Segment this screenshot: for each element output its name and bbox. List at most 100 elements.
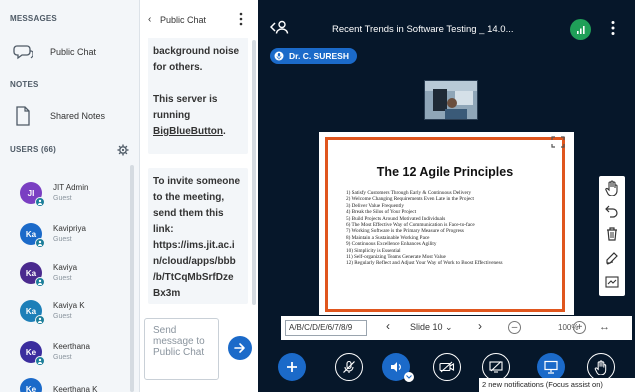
bigbluebutton-link[interactable]: BigBlueButton	[153, 126, 223, 137]
avatar: Ka	[20, 300, 45, 325]
user-list-item[interactable]: Ka Kaviya K Guest	[20, 300, 85, 325]
user-name: Kaviya	[53, 263, 78, 272]
users-scrollbar[interactable]	[130, 165, 134, 392]
webcam-thumbnail[interactable]	[424, 80, 478, 120]
connection-status-button[interactable]	[570, 19, 591, 40]
avatar: Ka	[20, 262, 45, 287]
user-role: Guest	[53, 275, 72, 282]
invite-link[interactable]: https://ims.jit.ac.i	[153, 238, 243, 254]
fit-width-icon[interactable]: ↔	[599, 321, 610, 333]
signal-bars-icon	[576, 25, 585, 34]
multi-user-board-icon[interactable]	[602, 272, 622, 292]
bbb-app: MESSAGES Public Chat NOTES Shared Notes …	[0, 0, 635, 392]
plus-icon	[287, 362, 297, 372]
trash-icon[interactable]	[602, 224, 622, 244]
message-line: send them this	[153, 208, 224, 219]
sidebar-item-public-chat[interactable]: Public Chat	[10, 42, 96, 62]
slide-list: 1) Satisfy Customers Through Early & Con…	[346, 190, 503, 267]
presenter-name: Dr. C. SURESH	[289, 51, 349, 61]
chat-scrollbar[interactable]	[252, 40, 256, 305]
chat-title[interactable]: Public Chat	[160, 15, 206, 25]
user-list-item[interactable]: Ke Keerthana Guest	[20, 341, 90, 366]
chat-message-input[interactable]: Send message to Public Chat	[144, 318, 219, 380]
meeting-title: Recent Trends in Software Testing _ 14.0…	[332, 24, 514, 35]
user-name: Kaviya K	[53, 301, 85, 310]
options-kebab-icon[interactable]	[610, 20, 616, 36]
zoom-out-icon[interactable]: –	[508, 321, 521, 334]
slide-frame: The 12 Agile Principles 1) Satisfy Custo…	[325, 137, 565, 312]
presentation-button[interactable]	[537, 353, 565, 381]
slide-title: The 12 Agile Principles	[376, 165, 514, 179]
next-slide-icon[interactable]: ›	[478, 319, 482, 333]
avatar: Ka	[20, 223, 45, 248]
fullscreen-icon[interactable]	[551, 136, 567, 150]
share-screen-button[interactable]	[482, 353, 510, 381]
user-role: Guest	[53, 354, 72, 361]
public-chat-label: Public Chat	[50, 47, 97, 57]
kebab-menu-icon[interactable]	[238, 12, 244, 26]
user-name: Keerthana	[53, 342, 90, 351]
guest-badge-icon	[35, 238, 45, 248]
avatar-initials: Ke	[25, 384, 37, 392]
message-punctuation: .	[223, 126, 226, 137]
user-list-item[interactable]: Ke Keerthana K	[20, 378, 97, 392]
chevron-left-icon[interactable]: ‹	[148, 14, 151, 25]
notes-title: NOTES	[10, 80, 39, 89]
avatar: Ke	[20, 341, 45, 366]
presentation-toolbar: A/B/C/D/E/6/7/8/9 ‹ Slide 10 ⌄ › – 100% …	[281, 316, 632, 340]
toggle-userlist-button[interactable]	[269, 20, 290, 36]
chat-bubble-icon	[10, 42, 36, 62]
message-line: background noise	[153, 46, 240, 57]
slide-select[interactable]: A/B/C/D/E/6/7/8/9	[285, 320, 367, 336]
shared-notes-label: Shared Notes	[50, 111, 106, 121]
audio-options-chevron-icon[interactable]	[404, 372, 414, 382]
presenter-icon	[274, 51, 284, 61]
invite-link[interactable]: /b/TtCqMbSrfDze	[153, 270, 243, 286]
avatar-initials: Ka	[25, 306, 37, 316]
guest-badge-icon	[35, 277, 45, 287]
user-role: Guest	[53, 236, 72, 243]
share-webcam-button[interactable]	[433, 353, 461, 381]
raise-hand-icon	[594, 359, 607, 375]
sidebar-item-shared-notes[interactable]: Shared Notes	[10, 106, 105, 126]
sidebar: MESSAGES Public Chat NOTES Shared Notes …	[0, 0, 140, 392]
whiteboard-tools	[599, 176, 625, 296]
mic-off-icon	[343, 360, 355, 373]
mute-mic-button[interactable]	[335, 353, 363, 381]
actions-button[interactable]	[278, 353, 306, 381]
avatar-initials: Ke	[25, 347, 37, 357]
message-line: for others.	[153, 62, 203, 73]
user-role: Guest	[53, 313, 72, 320]
user-name: JIT Admin	[53, 183, 89, 192]
gear-icon[interactable]	[117, 144, 129, 156]
previous-slide-icon[interactable]: ‹	[386, 319, 390, 333]
notification-toast[interactable]: 2 new notifications (Focus assist on)	[479, 378, 635, 392]
message-line: To invite someone	[153, 176, 241, 187]
speaker-icon	[391, 362, 401, 372]
user-list-item[interactable]: JI JIT Admin Guest	[20, 182, 89, 207]
send-icon	[234, 343, 245, 353]
undo-icon[interactable]	[602, 201, 622, 221]
avatar-initials: Ka	[25, 268, 37, 278]
chat-panel: ‹ Public Chat background noise for other…	[140, 0, 258, 392]
guest-badge-icon	[35, 356, 45, 366]
user-list-item[interactable]: Ka Kaviya Guest	[20, 262, 78, 287]
hand-tool-icon[interactable]	[602, 178, 622, 198]
guest-badge-icon	[35, 315, 45, 325]
send-button[interactable]	[228, 336, 252, 360]
zoom-in-icon[interactable]: +	[573, 321, 586, 334]
user-role: Guest	[53, 195, 72, 202]
raise-hand-button[interactable]	[587, 353, 615, 381]
slide-number[interactable]: Slide 10 ⌄	[410, 322, 453, 333]
invite-link[interactable]: Bx3m	[153, 286, 243, 302]
presentation-icon	[544, 360, 558, 374]
invite-link[interactable]: n/cloud/apps/bbb	[153, 254, 243, 270]
camera-off-icon	[439, 361, 455, 373]
pencil-icon[interactable]	[602, 248, 622, 268]
chat-message: background noise for others. This server…	[148, 38, 248, 154]
user-list-item[interactable]: Ka Kavipriya Guest	[20, 223, 86, 248]
avatar: JI	[20, 182, 45, 207]
slide-label: Slide 10	[410, 322, 443, 332]
guest-badge-icon	[35, 197, 45, 207]
webcam-video-icon	[425, 81, 477, 119]
